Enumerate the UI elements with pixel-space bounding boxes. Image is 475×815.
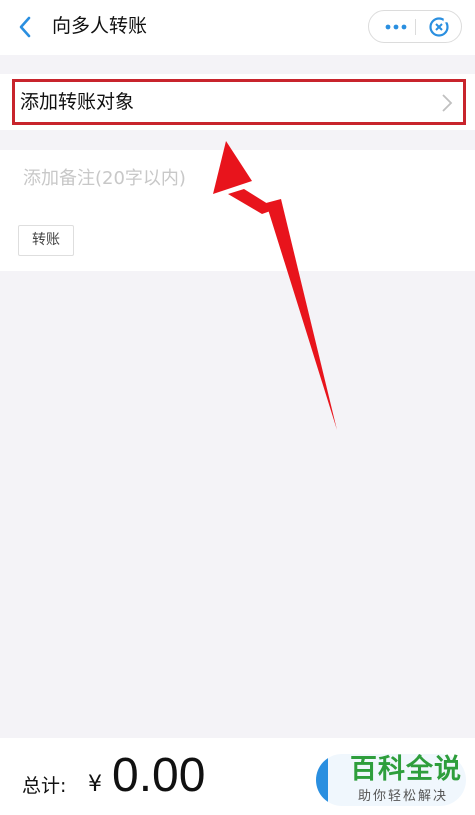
page-title: 向多人转账 [52,15,148,37]
watermark-title: 百科全说 [350,754,462,785]
total-amount: 0.00 [112,749,206,802]
watermark: 百科全说 助你轻松解决 [328,752,468,810]
nav-bar: 向多人转账 [0,0,475,55]
capsule-divider [415,19,416,35]
total-label: 总计: [22,775,67,797]
highlight-box [12,79,466,125]
mini-program-close-icon[interactable] [428,16,450,38]
note-card: 添加备注(20字以内) 转账 [0,150,475,271]
chevron-left-icon [19,16,31,38]
watermark-subtitle: 助你轻松解决 [358,789,449,804]
back-button[interactable] [12,12,38,42]
currency-symbol: ¥ [88,772,102,797]
more-dots-icon[interactable] [383,17,409,37]
quick-note-tag[interactable]: 转账 [18,225,74,256]
mini-program-capsule [368,10,462,43]
note-input[interactable]: 添加备注(20字以内) [23,166,186,192]
